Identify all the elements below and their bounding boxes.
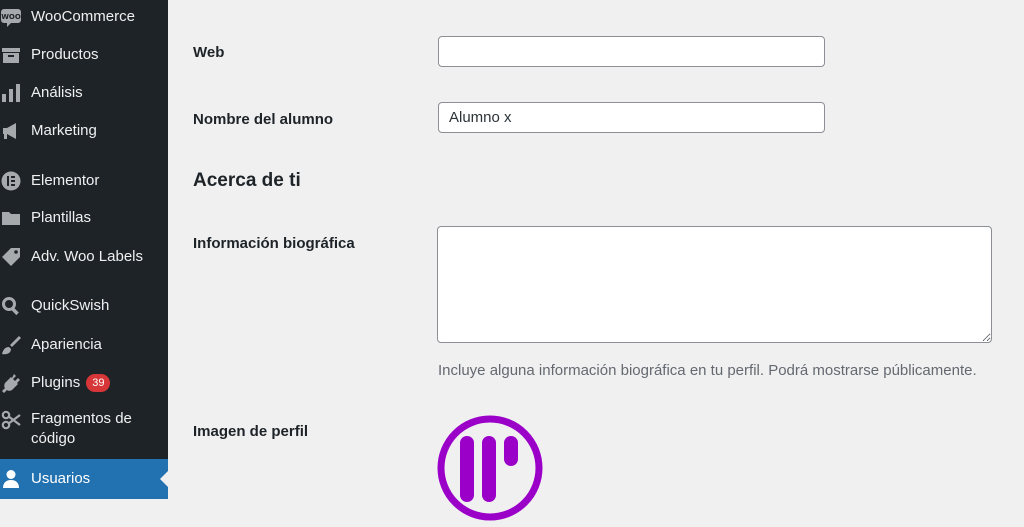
admin-sidebar: WOO WooCommerce Productos Análisis Marke… <box>0 0 168 499</box>
sidebar-item-label: Productos <box>31 46 99 63</box>
sidebar-item-label: Apariencia <box>31 336 102 353</box>
sidebar-item-marketing[interactable]: Marketing <box>0 119 168 143</box>
search-icon <box>0 295 22 317</box>
sidebar-item-label: Análisis <box>31 84 83 101</box>
elementor-icon <box>0 170 22 192</box>
sidebar-item-plantillas[interactable]: Plantillas <box>0 206 168 230</box>
sidebar-item-label: Plugins <box>31 374 81 391</box>
user-icon <box>0 468 22 490</box>
sidebar-item-analisis[interactable]: Análisis <box>0 81 168 105</box>
megaphone-icon <box>0 120 22 142</box>
sidebar-item-adv-woo-labels[interactable]: Adv. Woo Labels <box>0 245 168 269</box>
sidebar-item-label: Adv. Woo Labels <box>31 248 144 265</box>
sidebar-item-label: Plantillas <box>31 209 92 226</box>
sidebar-item-label: Marketing <box>31 122 97 139</box>
sidebar-item-woocommerce[interactable]: WOO WooCommerce <box>0 5 168 29</box>
sidebar-item-quickswish[interactable]: QuickSwish <box>0 294 168 318</box>
woo-icon: WOO <box>0 6 22 28</box>
box-icon <box>0 44 22 66</box>
sidebar-item-label: QuickSwish <box>31 297 110 314</box>
bar-chart-icon <box>0 82 22 104</box>
svg-text:WOO: WOO <box>1 13 21 21</box>
sidebar-item-label: Fragmentos de código <box>31 410 132 447</box>
avatar <box>436 414 544 522</box>
profile-avatar-icon <box>437 415 543 521</box>
plug-icon <box>0 372 22 394</box>
sidebar-item-fragmentos-de-codigo[interactable]: Fragmentos de código <box>0 409 168 451</box>
sidebar-item-usuarios[interactable]: Usuarios <box>0 459 168 499</box>
sidebar-item-elementor[interactable]: Elementor <box>0 169 168 193</box>
bio-textarea[interactable] <box>437 226 992 343</box>
sidebar-item-productos[interactable]: Productos <box>0 43 168 67</box>
bio-description: Incluye alguna información biográfica en… <box>438 362 977 379</box>
sidebar-item-plugins[interactable]: Plugins 39 <box>0 371 168 395</box>
sidebar-item-label: Usuarios <box>31 470 91 487</box>
sidebar-item-label: Elementor <box>31 172 100 189</box>
active-menu-arrow <box>160 471 168 487</box>
web-input[interactable] <box>438 36 825 67</box>
student-name-label: Nombre del alumno <box>193 111 334 128</box>
bio-label: Información biográfica <box>193 235 355 252</box>
sidebar-item-label: WooCommerce <box>31 8 135 25</box>
web-label: Web <box>193 44 225 61</box>
tag-icon <box>0 246 22 268</box>
about-section-title: Acerca de ti <box>193 170 301 191</box>
avatar-label: Imagen de perfil <box>193 423 309 440</box>
student-name-input[interactable] <box>438 102 825 133</box>
folder-icon <box>0 207 22 229</box>
plugins-update-badge: 39 <box>86 374 111 392</box>
sidebar-item-apariencia[interactable]: Apariencia <box>0 333 168 357</box>
scissors-icon <box>0 409 22 431</box>
brush-icon <box>0 334 22 356</box>
